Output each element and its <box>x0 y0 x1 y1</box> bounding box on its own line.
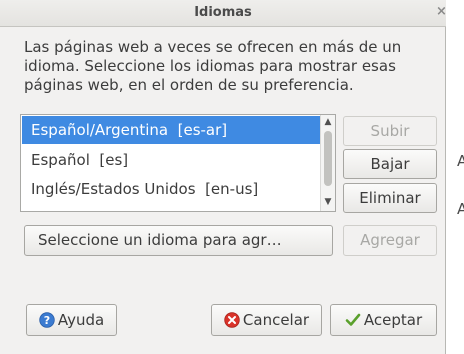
remove-label: Eliminar <box>359 189 421 207</box>
language-item[interactable]: Español/Argentina [es-ar] <box>22 116 320 144</box>
add-language-button[interactable]: Agregar <box>343 225 437 256</box>
title-bar: Idiomas × <box>0 0 447 27</box>
language-list[interactable]: Español/Argentina [es-ar] Español [es] I… <box>20 114 336 212</box>
remove-button[interactable]: Eliminar <box>343 183 437 213</box>
move-up-button[interactable]: Subir <box>343 116 437 146</box>
scrollbar-thumb[interactable] <box>324 131 332 186</box>
languages-dialog: Idiomas × Las páginas web a veces se ofr… <box>0 0 447 354</box>
svg-text:?: ? <box>44 314 50 327</box>
checkmark-icon <box>345 313 361 326</box>
cancel-label: Cancelar <box>242 311 310 329</box>
background-window-fragment: A <box>457 152 464 170</box>
add-language-label: Agregar <box>360 231 420 249</box>
close-icon[interactable]: × <box>436 4 447 19</box>
background-window-fragment: A <box>457 200 464 218</box>
cancel-icon <box>224 311 240 328</box>
accept-label: Aceptar <box>363 311 423 329</box>
help-label: Ayuda <box>57 311 105 329</box>
cancel-button[interactable]: Cancelar <box>211 304 322 336</box>
scroll-down-icon[interactable]: ▼ <box>321 197 335 207</box>
help-button[interactable]: ? Ayuda <box>26 304 117 336</box>
accept-button[interactable]: Aceptar <box>330 304 437 336</box>
move-down-label: Bajar <box>370 155 410 173</box>
language-item[interactable]: Inglés/Estados Unidos [en-us] <box>22 175 320 203</box>
select-language-dropdown[interactable]: Seleccione un idioma para agr… <box>24 225 333 256</box>
window-title: Idiomas <box>194 5 252 20</box>
description-text: Las páginas web a veces se ofrecen en má… <box>24 38 402 94</box>
move-down-button[interactable]: Bajar <box>343 149 437 179</box>
help-icon: ? <box>39 311 55 328</box>
language-item[interactable]: Español [es] <box>22 146 320 174</box>
select-language-label: Seleccione un idioma para agr… <box>38 231 282 249</box>
move-up-label: Subir <box>370 122 410 140</box>
list-scrollbar[interactable]: ▲ ▼ <box>320 115 335 211</box>
background-window <box>446 0 464 354</box>
scroll-up-icon[interactable]: ▲ <box>321 117 335 127</box>
